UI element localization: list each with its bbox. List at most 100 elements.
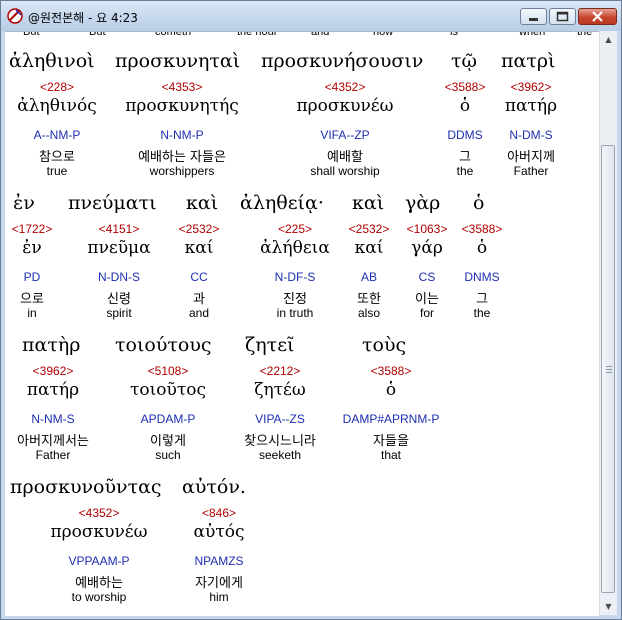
lexical-form: ὁ [459,96,471,116]
scroll-up-button[interactable]: ▲ [600,31,617,48]
korean-gloss: 아버지께 [507,150,555,165]
english-gloss: in [27,306,37,320]
app-window: @원전본해 - 요 4:23 But But cometh the hour and no… [0,0,622,620]
greek-word[interactable]: αὐτόν. [182,476,246,498]
english-gloss: shall worship [310,164,380,178]
interlinear-view[interactable]: But But cometh the hour and now is when the ἀληθ… [5,31,599,616]
strongs-number: <5108> [147,364,189,378]
korean-gloss: 찾으시느니라 [244,434,316,449]
close-icon [592,11,603,22]
korean-gloss: 진정 [283,292,307,307]
greek-word[interactable]: ἀληθείᾳ· [240,192,324,214]
morphology-code: N-NM-S [31,412,75,426]
english-gloss: worshippers [149,164,215,178]
morphology-code: DAMP#APRNM-P [342,412,440,426]
korean-gloss: 그 [459,150,471,165]
english-gloss: and [188,306,210,320]
greek-word[interactable]: ἐν [13,192,35,214]
greek-word[interactable]: προσκυνηταὶ [115,50,240,72]
fragment-word: and [311,32,330,38]
fragment-word: now [373,32,394,38]
strongs-number: <4352> [324,80,366,94]
greek-word[interactable]: πνεύματι [68,192,157,214]
korean-gloss: 참으로 [39,150,75,165]
strongs-number: <2532> [348,222,390,236]
strongs-number: <4352> [78,506,120,520]
english-gloss: such [155,448,181,462]
morphology-code: A--NM-P [33,128,81,142]
title-bar[interactable]: @원전본해 - 요 4:23 [1,1,621,31]
lexical-form: αὐτός [193,522,245,542]
close-button[interactable] [578,8,617,25]
lexical-form: ὁ [385,380,397,400]
arrow-down-icon: ▼ [605,602,612,611]
greek-word[interactable]: καὶ [186,192,218,214]
greek-word[interactable]: προσκυνοῦντας [10,476,162,498]
korean-gloss: 아버지께서는 [17,434,89,449]
greek-word[interactable]: ζητεῖ [245,334,295,356]
korean-gloss: 자들을 [373,434,409,449]
greek-word[interactable]: πατρὶ [501,50,555,72]
fragment-word: when [519,32,546,38]
greek-word[interactable]: ἀληθινοὶ [9,50,95,72]
english-gloss: spirit [106,306,132,320]
strongs-number: <225> [277,222,313,236]
english-gloss: the [473,306,491,320]
lexical-form: ἐν [22,238,42,258]
english-gloss: also [357,306,381,320]
scroll-down-button[interactable]: ▼ [600,598,617,615]
greek-word[interactable]: καὶ [352,192,384,214]
lexical-form: πατήρ [26,380,80,400]
previous-line-fragment: But But cometh the hour and now is when the [5,32,599,45]
english-gloss: seeketh [258,448,302,462]
strongs-number: <4151> [98,222,140,236]
strongs-number: <2212> [259,364,301,378]
korean-gloss: 자기에게 [195,576,243,591]
english-gloss: that [380,448,402,462]
morphology-code: CC [190,270,208,284]
korean-gloss: 예배하는 [75,576,123,591]
greek-word[interactable]: τοιούτους [115,334,212,356]
morphology-code: N-DM-S [509,128,553,142]
greek-word[interactable]: τοὺς [362,334,406,356]
lexical-form: γάρ [411,238,443,258]
lexical-form: πνεῦμα [87,238,151,258]
morphology-code: DDMS [447,128,483,142]
window-title: @원전본해 - 요 4:23 [28,11,138,25]
korean-gloss: 예배하는 자들은 [138,150,226,165]
korean-gloss: 또한 [357,292,381,307]
english-gloss: in truth [276,306,314,320]
korean-gloss: 예배할 [327,150,363,165]
english-gloss: the [456,164,474,178]
english-gloss: him [209,590,229,604]
lexical-form: καί [184,238,214,258]
scroll-thumb[interactable] [601,145,615,593]
greek-word[interactable]: ὁ [473,192,484,214]
maximize-icon [556,11,569,22]
morphology-code: N-DN-S [98,270,140,284]
english-gloss: Father [513,164,549,178]
minimize-button[interactable] [520,8,547,25]
greek-word[interactable]: πατὴρ [22,334,80,356]
morphology-code: VPPAAM-P [68,554,130,568]
strongs-number: <3588> [444,80,486,94]
grip-icon [606,366,612,373]
greek-word[interactable]: τῷ [451,50,477,72]
lexical-form: τοιοῦτος [129,380,207,400]
english-gloss: for [419,306,435,320]
english-gloss: true [46,164,68,178]
korean-gloss: 이렇게 [150,434,186,449]
strongs-number: <228> [39,80,75,94]
vertical-scrollbar[interactable]: ▲ ▼ [599,31,617,615]
minimize-icon [529,18,538,21]
lexical-form: προσκυνητής [125,96,239,116]
lexical-form: ἀλήθεια [260,238,330,258]
app-icon [7,8,23,24]
morphology-code: DNMS [464,270,500,284]
greek-word[interactable]: προσκυνήσουσιν [261,50,423,72]
greek-word[interactable]: γὰρ [405,192,440,214]
lexical-form: ζητέω [254,380,306,400]
morphology-code: VIPA--ZS [255,412,305,426]
lexical-form: καί [354,238,384,258]
maximize-button[interactable] [549,8,576,25]
